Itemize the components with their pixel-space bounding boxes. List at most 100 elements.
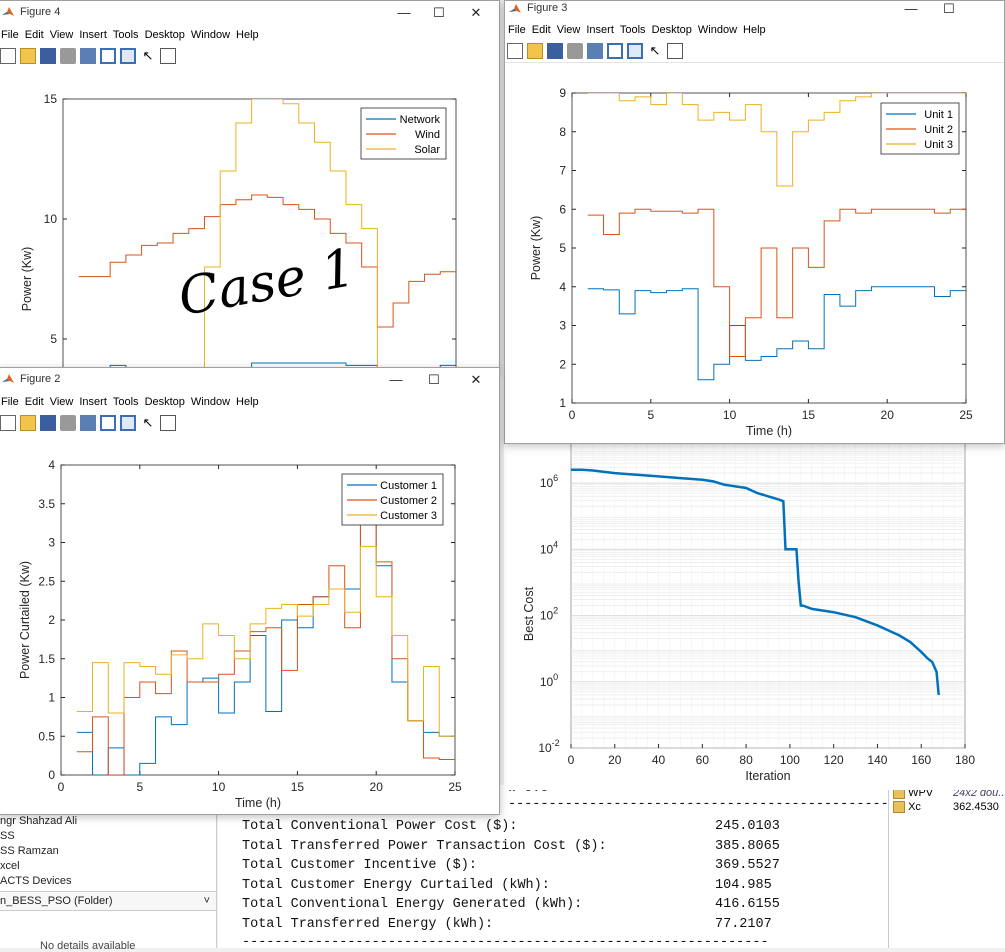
property-editor-icon[interactable] [160, 48, 176, 64]
x-tick-label: 5 [647, 408, 654, 422]
menu-edit[interactable]: Edit [529, 20, 554, 40]
pointer-icon[interactable]: ↖ [140, 48, 156, 64]
menu-insert[interactable]: Insert [583, 20, 617, 40]
colorbar-icon[interactable] [100, 48, 116, 64]
figure3-titlebar[interactable]: Figure 3 — ☐ [505, 1, 1004, 20]
print-icon[interactable] [567, 43, 583, 59]
y-tick-label: 15 [44, 92, 58, 106]
save-icon[interactable] [40, 48, 56, 64]
menu-view[interactable]: View [47, 392, 77, 412]
menu-desktop[interactable]: Desktop [142, 25, 188, 45]
menu-help[interactable]: Help [233, 25, 262, 45]
new-figure-icon[interactable] [0, 48, 16, 64]
x-tick-label: 20 [881, 408, 895, 422]
link-icon[interactable] [80, 415, 96, 431]
maximize-button[interactable]: ☐ [419, 370, 449, 390]
workspace-row[interactable]: Xc 362.4530 [893, 801, 999, 814]
pointer-icon[interactable]: ↖ [140, 415, 156, 431]
folder-name: n_BESS_PSO (Folder) [0, 895, 113, 907]
menu-file[interactable]: File [505, 20, 529, 40]
colorbar-icon[interactable] [100, 415, 116, 431]
print-icon[interactable] [60, 48, 76, 64]
maximize-button[interactable]: ☐ [424, 3, 454, 23]
menu-help[interactable]: Help [233, 392, 262, 412]
legend-label: Customer 3 [380, 510, 437, 522]
file-item[interactable]: ACTS Devices [0, 875, 72, 887]
x-tick-label: 160 [911, 753, 931, 767]
y-tick-label: 3.5 [38, 497, 55, 511]
menu-desktop[interactable]: Desktop [649, 20, 695, 40]
pointer-icon[interactable]: ↖ [647, 43, 663, 59]
file-item[interactable]: SS Ramzan [0, 845, 59, 857]
menu-window[interactable]: Window [695, 20, 740, 40]
minimize-button[interactable]: — [389, 3, 419, 23]
colorbar-icon[interactable] [607, 43, 623, 59]
y-tick-label: 0.5 [38, 729, 55, 743]
console-value: 245.0103 [715, 819, 780, 834]
open-icon[interactable] [527, 43, 543, 59]
figure3-window[interactable]: Figure 3 — ☐ File Edit View Insert Tools Desk… [504, 0, 1005, 444]
legend-label: Wind [415, 129, 440, 141]
figure4-window[interactable]: Figure 4 — ☐ ✕ File Edit View Insert Tools De… [0, 0, 500, 372]
y-tick-label: 2.5 [38, 574, 55, 588]
print-icon[interactable] [60, 415, 76, 431]
figure2-title: Figure 2 [20, 373, 61, 385]
y-tick-label: 1 [48, 691, 55, 705]
menu-view[interactable]: View [554, 20, 584, 40]
menu-edit[interactable]: Edit [22, 392, 47, 412]
y-tick-label: 100 [540, 672, 558, 689]
save-icon[interactable] [40, 415, 56, 431]
x-tick-label: 15 [802, 408, 816, 422]
menu-tools[interactable]: Tools [110, 392, 142, 412]
close-button[interactable]: ✕ [461, 370, 491, 390]
menu-tools[interactable]: Tools [110, 25, 142, 45]
property-editor-icon[interactable] [667, 43, 683, 59]
legend-icon[interactable] [627, 43, 643, 59]
figure1-window[interactable]: 10-2 100 102 104 106 0 20 40 60 80 100 120 140 160 180… [504, 440, 1005, 790]
unit-power-chart: 1 2 3 4 5 6 7 8 9 0 5 10 15 20 25 Power (Kw) Time (h) Uni… [505, 63, 1004, 443]
legend-icon[interactable] [120, 48, 136, 64]
folder-details-header[interactable]: n_BESS_PSO (Folder) ˅ [0, 891, 216, 911]
minimize-button[interactable]: — [896, 1, 926, 19]
menu-desktop[interactable]: Desktop [142, 392, 188, 412]
file-item[interactable]: SS [0, 830, 15, 842]
open-icon[interactable] [20, 48, 36, 64]
link-icon[interactable] [80, 48, 96, 64]
y-tick-label: 4 [559, 280, 566, 294]
menu-tools[interactable]: Tools [617, 20, 649, 40]
close-button[interactable]: ✕ [461, 3, 491, 23]
curtailment-chart: 0 0.5 1 1.5 2 2.5 3 3.5 4 0 5 10 15 20 25 Power Curtail… [0, 434, 499, 814]
figure4-titlebar[interactable]: Figure 4 — ☐ ✕ [0, 1, 499, 25]
console-value: 416.6155 [715, 897, 780, 912]
link-icon[interactable] [587, 43, 603, 59]
new-figure-icon[interactable] [0, 415, 16, 431]
menu-file[interactable]: File [0, 25, 22, 45]
x-tick-label: 0 [58, 780, 65, 794]
figure2-window[interactable]: Figure 2 — ☐ ✕ File Edit View Insert Tools De… [0, 367, 500, 815]
menu-view[interactable]: View [47, 25, 77, 45]
chevron-down-icon[interactable]: ˅ [204, 892, 210, 910]
save-icon[interactable] [547, 43, 563, 59]
y-tick-label: 5 [50, 332, 57, 346]
menu-insert[interactable]: Insert [76, 25, 110, 45]
menu-edit[interactable]: Edit [22, 25, 47, 45]
variable-value: 362.4530 [953, 801, 999, 813]
menu-help[interactable]: Help [740, 20, 769, 40]
menu-insert[interactable]: Insert [76, 392, 110, 412]
open-icon[interactable] [20, 415, 36, 431]
y-tick-label: 3 [559, 319, 566, 333]
property-editor-icon[interactable] [160, 415, 176, 431]
new-figure-icon[interactable] [507, 43, 523, 59]
menu-window[interactable]: Window [188, 392, 233, 412]
figure2-titlebar[interactable]: Figure 2 — ☐ ✕ [0, 368, 499, 392]
console-value: 77.2107 [715, 917, 772, 932]
maximize-button[interactable]: ☐ [934, 1, 964, 19]
x-tick-label: 25 [448, 780, 462, 794]
menu-file[interactable]: File [0, 392, 22, 412]
legend-icon[interactable] [120, 415, 136, 431]
minimize-button[interactable]: — [381, 370, 411, 390]
menu-window[interactable]: Window [188, 25, 233, 45]
file-item[interactable]: ngr Shahzad Ali [0, 815, 77, 827]
file-item[interactable]: xcel [0, 860, 20, 872]
console-label: Total Conventional Power Cost ($): [242, 819, 518, 834]
